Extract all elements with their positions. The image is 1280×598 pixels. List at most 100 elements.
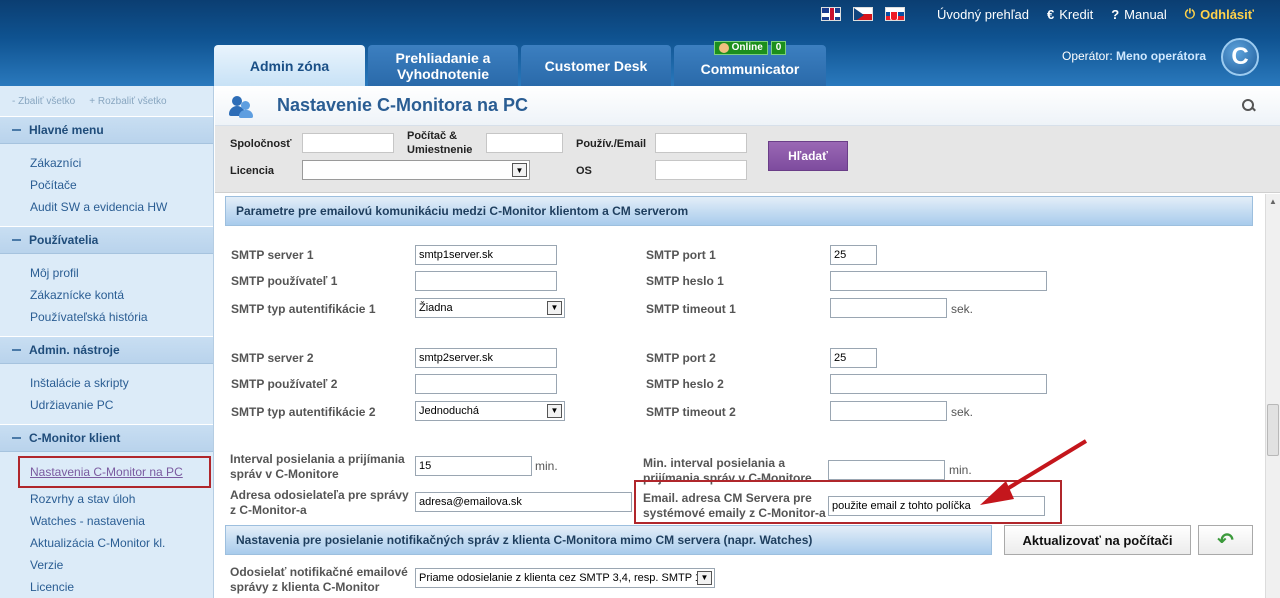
scroll-thumb[interactable] bbox=[1267, 404, 1279, 456]
computer-input[interactable] bbox=[486, 133, 563, 153]
help-icon: ? bbox=[1111, 6, 1120, 22]
company-input[interactable] bbox=[302, 133, 394, 153]
notify-section-header: Nastavenia pre posielanie notifikačných … bbox=[225, 525, 992, 555]
smtp-auth-1-value: Žiadna bbox=[419, 302, 453, 314]
location-label: Umiestnenie bbox=[407, 144, 473, 156]
chevron-down-icon: ▼ bbox=[697, 571, 712, 585]
collapse-all-link[interactable]: - Zbaliť všetko bbox=[12, 96, 75, 107]
collapse-controls: - Zbaliť všetko + Rozbaliť všetko bbox=[0, 86, 213, 116]
sidebar-item-update[interactable]: Aktualizácia C-Monitor kl. bbox=[0, 532, 213, 554]
vertical-scrollbar[interactable]: ▲ bbox=[1265, 194, 1280, 598]
sidebar-section-cmonitor-client[interactable]: C-Monitor klient bbox=[0, 424, 213, 452]
search-button[interactable]: Hľadať bbox=[768, 141, 848, 171]
sidebar-section-main-menu[interactable]: Hlavné menu bbox=[0, 116, 213, 144]
interval-label-line1: Interval posielania a prijímania bbox=[230, 452, 405, 466]
manual-link[interactable]: ? Manual bbox=[1111, 7, 1167, 22]
sidebar-item-pc-maintenance[interactable]: Udržiavanie PC bbox=[0, 394, 213, 416]
user-email-input[interactable] bbox=[655, 133, 747, 153]
menu-list: Nastavenia C-Monitor na PC Rozvrhy a sta… bbox=[0, 452, 213, 598]
communicator-badges: Online 0 bbox=[674, 41, 826, 55]
flag-cz-icon[interactable] bbox=[853, 7, 874, 21]
smtp-user-2-label: SMTP používateľ 2 bbox=[231, 377, 338, 391]
send-notify-select[interactable]: Priame odosielanie z klienta cez SMTP 3,… bbox=[415, 568, 715, 588]
chevron-down-icon: ▼ bbox=[512, 163, 527, 177]
smtp-server-1-label: SMTP server 1 bbox=[231, 248, 314, 262]
euro-icon: € bbox=[1047, 6, 1055, 22]
online-badge: Online bbox=[713, 41, 768, 55]
sidebar-item-customer-accounts[interactable]: Zákaznícke kontá bbox=[0, 284, 213, 306]
smtp-user-1-input[interactable] bbox=[415, 271, 557, 291]
sidebar-item-versions[interactable]: Verzie bbox=[0, 554, 213, 576]
tab-browse-evaluate[interactable]: Prehliadanie a Vyhodnotenie bbox=[368, 45, 518, 86]
sidebar-item-cmonitor-settings[interactable]: Nastavenia C-Monitor na PC bbox=[18, 456, 211, 488]
c-logo-icon[interactable]: C bbox=[1221, 38, 1259, 76]
smtp-auth-1-select[interactable]: Žiadna ▼ bbox=[415, 298, 565, 318]
expand-all-link[interactable]: + Rozbaliť všetko bbox=[89, 96, 166, 107]
sidebar-section-admin-tools[interactable]: Admin. nástroje bbox=[0, 336, 213, 364]
smtp-port-2-label: SMTP port 2 bbox=[646, 351, 716, 365]
update-on-pc-button[interactable]: Aktualizovať na počítači bbox=[1004, 525, 1191, 555]
smtp-server-1-input[interactable]: smtp1server.sk bbox=[415, 245, 557, 265]
smtp-password-1-input[interactable] bbox=[830, 271, 1047, 291]
smtp-user-2-input[interactable] bbox=[415, 374, 557, 394]
sidebar-item-customers[interactable]: Zákazníci bbox=[0, 152, 213, 174]
tab-label: Communicator bbox=[700, 60, 800, 77]
interval-input[interactable]: 15 bbox=[415, 456, 532, 476]
smtp-user-1-label: SMTP používateľ 1 bbox=[231, 274, 338, 288]
sidebar-item-computers[interactable]: Počítače bbox=[0, 174, 213, 196]
home-link[interactable]: Úvodný prehľad bbox=[937, 7, 1029, 22]
logout-link[interactable]: ⏻ Odhlásiť bbox=[1185, 6, 1254, 22]
smtp-timeout-1-input[interactable] bbox=[830, 298, 947, 318]
scroll-up-icon[interactable]: ▲ bbox=[1266, 194, 1280, 208]
smtp-server-2-label: SMTP server 2 bbox=[231, 351, 314, 365]
flag-sk-icon[interactable] bbox=[885, 7, 906, 21]
sender-email-input[interactable]: adresa@emailova.sk bbox=[415, 492, 632, 512]
smtp-auth-2-select[interactable]: Jednoduchá ▼ bbox=[415, 401, 565, 421]
cm-server-email-input[interactable]: použite email z tohto políčka bbox=[828, 496, 1045, 516]
smtp-timeout-2-label: SMTP timeout 2 bbox=[646, 405, 736, 419]
collapse-all-label: Zbaliť všetko bbox=[18, 95, 76, 107]
sidebar-item-watches[interactable]: Watches - nastavenia bbox=[0, 510, 213, 532]
expand-all-label: Rozbaliť všetko bbox=[97, 95, 167, 107]
tab-communicator[interactable]: Online 0 Communicator bbox=[674, 41, 826, 86]
menu-list: Zákazníci Počítače Audit SW a evidencia … bbox=[0, 144, 213, 226]
user-email-label: Použív./Email bbox=[576, 138, 647, 150]
credit-link[interactable]: € Kredit bbox=[1047, 7, 1093, 22]
users-icon bbox=[229, 94, 253, 118]
main-content: Nastavenie C-Monitora na PC Spoločnosť P… bbox=[215, 86, 1280, 598]
chevron-down-icon: ▼ bbox=[547, 301, 562, 315]
sidebar-item-installations[interactable]: Inštalácie a skripty bbox=[0, 372, 213, 394]
menu-list: Inštalácie a skripty Udržiavanie PC bbox=[0, 364, 213, 424]
flag-uk-icon[interactable] bbox=[821, 7, 842, 21]
sidebar: - Zbaliť všetko + Rozbaliť všetko Hlavné… bbox=[0, 86, 214, 598]
smtp-port-1-input[interactable]: 25 bbox=[830, 245, 877, 265]
sidebar-item-my-profile[interactable]: Môj profil bbox=[0, 262, 213, 284]
min-interval-input[interactable] bbox=[828, 460, 945, 480]
back-button[interactable]: ↶ bbox=[1198, 525, 1253, 555]
min-interval-label-line1: Min. interval posielania a bbox=[643, 456, 786, 470]
license-select[interactable]: ▼ bbox=[302, 160, 530, 180]
computer-label: Počítač & bbox=[407, 130, 458, 142]
sidebar-section-users[interactable]: Používatelia bbox=[0, 226, 213, 254]
os-input[interactable] bbox=[655, 160, 747, 180]
settings-form: Parametre pre emailovú komunikáciu medzi… bbox=[215, 194, 1280, 598]
sidebar-item-licenses[interactable]: Licencie bbox=[0, 576, 213, 598]
manual-label: Manual bbox=[1124, 6, 1167, 22]
sidebar-item-user-history[interactable]: Používateľská história bbox=[0, 306, 213, 328]
smtp-password-2-input[interactable] bbox=[830, 374, 1047, 394]
logout-label: Odhlásiť bbox=[1200, 6, 1254, 22]
tab-admin-zone[interactable]: Admin zóna bbox=[214, 45, 365, 86]
sidebar-item-schedules[interactable]: Rozvrhy a stav úloh bbox=[0, 488, 213, 510]
smtp-server-2-input[interactable]: smtp2server.sk bbox=[415, 348, 557, 368]
os-label: OS bbox=[576, 165, 592, 177]
main-tabs: Admin zóna Prehliadanie a Vyhodnotenie C… bbox=[214, 41, 826, 86]
smtp-timeout-2-input[interactable] bbox=[830, 401, 947, 421]
tab-customer-desk[interactable]: Customer Desk bbox=[521, 45, 671, 86]
send-notify-label-line1: Odosielať notifikačné emailové bbox=[230, 565, 408, 579]
operator-name[interactable]: Meno operátora bbox=[1116, 49, 1206, 63]
smtp-port-2-input[interactable]: 25 bbox=[830, 348, 877, 368]
search-icon[interactable] bbox=[1242, 99, 1256, 113]
minus-icon bbox=[12, 129, 21, 131]
send-notify-value: Priame odosielanie z klienta cez SMTP 3,… bbox=[419, 572, 705, 584]
sidebar-item-audit[interactable]: Audit SW a evidencia HW bbox=[0, 196, 213, 218]
